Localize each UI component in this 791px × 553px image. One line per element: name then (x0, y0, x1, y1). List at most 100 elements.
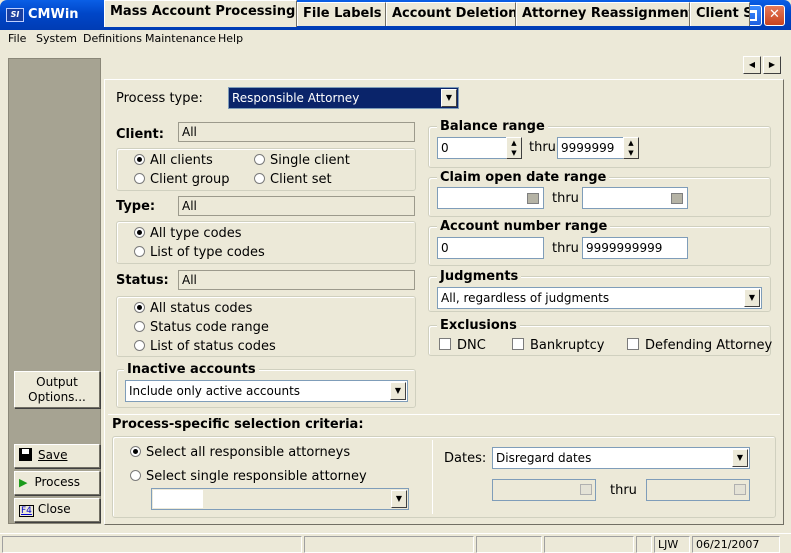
tab-client-s[interactable]: Client S (690, 2, 750, 26)
chevron-down-icon[interactable]: ▼ (441, 89, 457, 107)
balance-from-spinner[interactable]: ▲ ▼ (506, 137, 522, 159)
client-value-field: All (178, 122, 415, 142)
radio-client-set[interactable]: Client set (254, 172, 332, 187)
dates-thru-label: thru (610, 483, 637, 498)
spin-up-icon[interactable]: ▲ (624, 138, 638, 148)
account-number-from-input[interactable]: 0 (437, 237, 544, 259)
account-number-to-input[interactable]: 9999999999 (582, 237, 688, 259)
checkbox-bankruptcy[interactable]: Bankruptcy (512, 338, 604, 353)
dates-to-input[interactable] (646, 479, 750, 501)
spin-down-icon[interactable]: ▼ (624, 148, 638, 158)
radio-all-status-codes[interactable]: All status codes (134, 301, 252, 316)
judgments-select[interactable]: All, regardless of judgments ▼ (437, 287, 762, 309)
close-label: Close (37, 502, 71, 516)
close-button[interactable]: F4 Close (14, 498, 100, 522)
chevron-down-icon[interactable]: ▼ (390, 382, 406, 400)
radio-dot-icon (130, 446, 141, 457)
radio-dot-icon (134, 227, 145, 238)
radio-dot-icon (254, 173, 265, 184)
checkbox-label: DNC (457, 338, 486, 353)
tab-attorney-reassignment[interactable]: Attorney Reassignment (516, 2, 690, 26)
checkbox-label: Bankruptcy (530, 338, 605, 353)
checkbox-dnc[interactable]: DNC (439, 338, 486, 353)
chevron-down-icon[interactable]: ▼ (744, 289, 760, 307)
spin-down-icon[interactable]: ▼ (507, 148, 521, 158)
radio-dot-icon (134, 302, 145, 313)
save-button[interactable]: Save (14, 444, 100, 468)
process-button[interactable]: ▶ Process (14, 471, 100, 495)
status-cell-1 (2, 536, 302, 553)
checkbox-icon (512, 338, 524, 350)
app-icon: SI (6, 8, 24, 22)
judgments-label: Judgments (437, 269, 522, 284)
radio-dot-icon (130, 470, 141, 481)
inactive-accounts-value: Include only active accounts (129, 384, 301, 398)
menu-maintenance[interactable]: Maintenance (145, 32, 216, 45)
f4-key-icon: F4 (19, 505, 34, 517)
process-type-select[interactable]: Responsible Attorney ▼ (228, 87, 459, 109)
tab-scroll-right-icon[interactable]: ▶ (763, 56, 781, 74)
radio-list-of-status-codes[interactable]: List of status codes (134, 339, 276, 354)
chevron-down-icon[interactable]: ▼ (391, 490, 407, 508)
process-specific-label: Process-specific selection criteria: (112, 417, 364, 432)
radio-client-group[interactable]: Client group (134, 172, 230, 187)
checkbox-defending-attorney[interactable]: Defending Attorney (627, 338, 772, 353)
inactive-accounts-select[interactable]: Include only active accounts ▼ (125, 380, 408, 402)
radio-all-clients[interactable]: All clients (134, 153, 213, 168)
radio-label: All clients (150, 153, 213, 168)
radio-dot-icon (134, 246, 145, 257)
spin-up-icon[interactable]: ▲ (507, 138, 521, 148)
judgments-value: All, regardless of judgments (441, 291, 610, 305)
account-number-thru-label: thru (552, 241, 579, 256)
process-type-label: Process type: (116, 91, 203, 106)
radio-dot-icon (134, 340, 145, 351)
window-title: CMWin (28, 7, 79, 22)
radio-label: All type codes (150, 226, 242, 241)
balance-to-input[interactable]: 9999999 (557, 137, 626, 159)
balance-from-input[interactable]: 0 (437, 137, 507, 159)
tab-account-deletion[interactable]: Account Deletion (386, 2, 516, 26)
dates-value: Disregard dates (496, 451, 592, 465)
chevron-down-icon[interactable]: ▼ (732, 449, 748, 467)
close-window-button[interactable]: ✕ (764, 5, 785, 26)
radio-label: All status codes (150, 301, 253, 316)
balance-to-spinner[interactable]: ▲ ▼ (623, 137, 639, 159)
radio-label: Select single responsible attorney (146, 469, 367, 484)
responsible-attorney-select[interactable]: ▼ (151, 488, 409, 510)
radio-dot-icon (134, 173, 145, 184)
radio-dot-icon (134, 321, 145, 332)
play-icon: ▶ (19, 476, 28, 489)
radio-status-code-range[interactable]: Status code range (134, 320, 269, 335)
calendar-icon[interactable] (671, 193, 683, 204)
status-cell-5 (636, 536, 652, 553)
floppy-disk-icon (19, 448, 32, 461)
output-options-button[interactable]: Output Options... (14, 371, 100, 408)
radio-select-all-responsible-attorneys[interactable]: Select all responsible attorneys (130, 445, 350, 460)
checkbox-icon (627, 338, 639, 350)
menu-system[interactable]: System (36, 32, 77, 45)
tab-file-labels[interactable]: File Labels (297, 2, 386, 26)
type-label: Type: (116, 199, 156, 214)
radio-dot-icon (134, 154, 145, 165)
output-options-label: Output Options... (28, 375, 86, 404)
status-value-field: All (178, 270, 415, 290)
menu-definitions[interactable]: Definitions (83, 32, 142, 45)
tab-scroll-left-icon[interactable]: ◀ (743, 56, 761, 74)
dates-from-input[interactable] (492, 479, 596, 501)
menu-help[interactable]: Help (218, 32, 243, 45)
calendar-icon[interactable] (527, 193, 539, 204)
claim-open-thru-label: thru (552, 191, 579, 206)
status-user: LJW (654, 536, 690, 553)
radio-single-client[interactable]: Single client (254, 153, 350, 168)
radio-dot-icon (254, 154, 265, 165)
tab-mass-account-processing[interactable]: Mass Account Processing (104, 0, 297, 27)
status-date: 06/21/2007 (692, 536, 780, 553)
dates-select[interactable]: Disregard dates ▼ (492, 447, 750, 469)
exclusions-label: Exclusions (437, 318, 520, 333)
radio-all-type-codes[interactable]: All type codes (134, 226, 242, 241)
menu-bar: File System Definitions Maintenance Help (0, 30, 791, 48)
select-white-segment (153, 490, 203, 508)
radio-list-of-type-codes[interactable]: List of type codes (134, 245, 265, 260)
radio-select-single-responsible-attorney[interactable]: Select single responsible attorney (130, 469, 367, 484)
menu-file[interactable]: File (8, 32, 26, 45)
